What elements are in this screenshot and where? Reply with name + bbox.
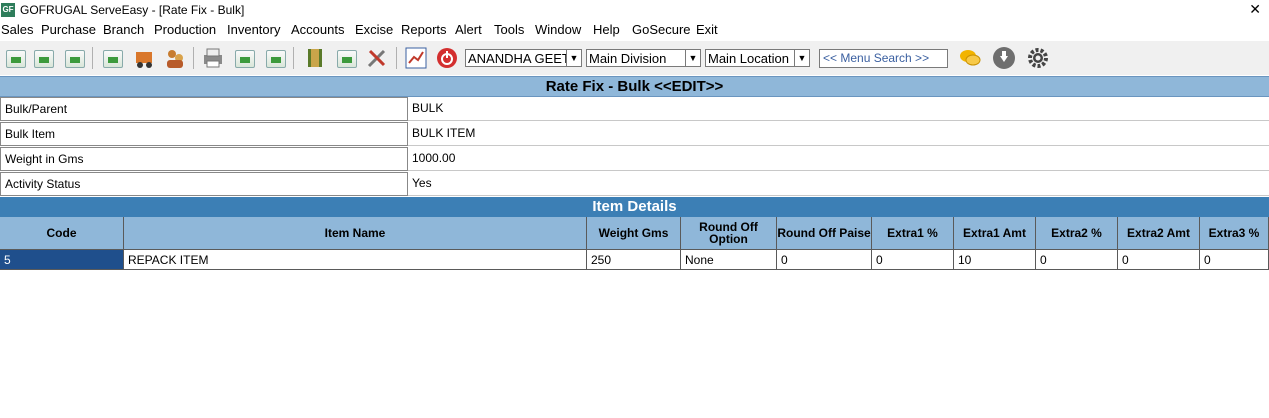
activity-status-field[interactable]: Yes: [408, 172, 1269, 196]
user-select-value: ANANDHA GEET: [468, 51, 570, 66]
people-tool-icon[interactable]: [163, 46, 187, 70]
form-row-weight: Weight in Gms 1000.00: [0, 147, 1269, 172]
gear-icon[interactable]: [1026, 46, 1050, 70]
chevron-down-icon[interactable]: ▼: [685, 50, 700, 66]
refund-tool-icon[interactable]: [100, 46, 124, 70]
cell-extra1-amt[interactable]: 10: [954, 250, 1036, 269]
toolbar-separator: [293, 47, 294, 69]
chevron-down-icon[interactable]: ▼: [566, 50, 581, 66]
gofrugal-app-icon: GF: [1, 3, 15, 17]
form-row-activity-status: Activity Status Yes: [0, 172, 1269, 197]
chevron-down-icon[interactable]: ▼: [794, 50, 809, 66]
location-select-value: Main Location: [708, 51, 789, 66]
title-bar: GF GOFRUGAL ServeEasy - [Rate Fix - Bulk…: [0, 0, 1269, 20]
menu-help[interactable]: Help: [593, 22, 620, 37]
cart-tool-icon[interactable]: [3, 46, 27, 70]
cart-tool-icon[interactable]: [334, 46, 358, 70]
cart-tool-icon[interactable]: [263, 46, 287, 70]
bulk-item-field[interactable]: BULK ITEM: [408, 122, 1269, 146]
cell-extra1-pct[interactable]: 0: [872, 250, 954, 269]
menu-excise[interactable]: Excise: [355, 22, 393, 37]
cell-extra2-pct[interactable]: 0: [1036, 250, 1118, 269]
menu-exit[interactable]: Exit: [696, 22, 718, 37]
toolbar: ANANDHA GEET ▼ Main Division ▼ Main Loca…: [0, 41, 1269, 75]
cell-weight[interactable]: 250: [587, 250, 681, 269]
menu-gosecure[interactable]: GoSecure: [632, 22, 691, 37]
division-select-value: Main Division: [589, 51, 667, 66]
download-icon[interactable]: [992, 46, 1016, 70]
bulk-parent-field[interactable]: BULK: [408, 97, 1269, 121]
table-header: Code Item Name Weight Gms Round Off Opti…: [0, 217, 1269, 250]
menu-window[interactable]: Window: [535, 22, 581, 37]
cart-tool-icon[interactable]: [62, 46, 86, 70]
close-window-button[interactable]: ✕: [1249, 1, 1261, 18]
menu-accounts[interactable]: Accounts: [291, 22, 344, 37]
menu-inventory[interactable]: Inventory: [227, 22, 280, 37]
field-label: Bulk Item: [0, 122, 408, 146]
menu-sales[interactable]: Sales: [1, 22, 34, 37]
location-select[interactable]: Main Location ▼: [705, 49, 810, 67]
column-header-item-name[interactable]: Item Name: [124, 217, 587, 250]
menu-bar: Sales Purchase Branch Production Invento…: [0, 20, 1269, 40]
column-header-extra2-amt[interactable]: Extra2 Amt: [1118, 217, 1200, 250]
field-label: Bulk/Parent: [0, 97, 408, 121]
menu-reports[interactable]: Reports: [401, 22, 447, 37]
settings-tools-icon[interactable]: [365, 46, 389, 70]
column-header-code[interactable]: Code: [0, 217, 124, 250]
chat-icon[interactable]: [958, 46, 982, 70]
column-header-extra1-pct[interactable]: Extra1 %: [872, 217, 954, 250]
chart-icon[interactable]: [404, 46, 428, 70]
menu-tools[interactable]: Tools: [494, 22, 524, 37]
cell-code[interactable]: 5: [0, 250, 124, 269]
cell-extra2-amt[interactable]: 0: [1118, 250, 1200, 269]
menu-purchase[interactable]: Purchase: [41, 22, 96, 37]
window-title: GOFRUGAL ServeEasy - [Rate Fix - Bulk]: [20, 3, 245, 17]
cell-item-name[interactable]: REPACK ITEM: [124, 250, 587, 269]
cell-extra3-pct[interactable]: 0: [1200, 250, 1269, 269]
cell-round-off-option[interactable]: None: [681, 250, 777, 269]
menu-alert[interactable]: Alert: [455, 22, 482, 37]
toolbar-separator: [92, 47, 93, 69]
cart-tool-icon[interactable]: [31, 46, 55, 70]
cell-round-off-paise[interactable]: 0: [777, 250, 872, 269]
user-select[interactable]: ANANDHA GEET ▼: [465, 49, 582, 67]
column-header-extra2-pct[interactable]: Extra2 %: [1036, 217, 1118, 250]
column-header-weight[interactable]: Weight Gms: [587, 217, 681, 250]
weight-field[interactable]: 1000.00: [408, 147, 1269, 171]
column-header-extra1-amt[interactable]: Extra1 Amt: [954, 217, 1036, 250]
column-header-round-off-option[interactable]: Round Off Option: [681, 217, 777, 250]
toolbar-separator: [193, 47, 194, 69]
cart-tool-icon[interactable]: [232, 46, 256, 70]
column-header-extra3-pct[interactable]: Extra3 %: [1200, 217, 1269, 250]
print-icon[interactable]: [201, 46, 225, 70]
item-details-title: Item Details: [0, 197, 1269, 217]
division-select[interactable]: Main Division ▼: [586, 49, 701, 67]
column-header-round-off-paise[interactable]: Round Off Paise: [777, 217, 872, 250]
delivery-tool-icon[interactable]: [133, 46, 157, 70]
book-tool-icon[interactable]: [303, 46, 327, 70]
power-icon[interactable]: [435, 46, 459, 70]
table-row[interactable]: 5 REPACK ITEM 250 None 0 0 10 0 0 0: [0, 250, 1269, 270]
field-label: Activity Status: [0, 172, 408, 196]
menu-production[interactable]: Production: [154, 22, 216, 37]
toolbar-separator: [396, 47, 397, 69]
field-label: Weight in Gms: [0, 147, 408, 171]
form-row-bulk-parent: Bulk/Parent BULK: [0, 97, 1269, 122]
form-row-bulk-item: Bulk Item BULK ITEM: [0, 122, 1269, 147]
menu-branch[interactable]: Branch: [103, 22, 144, 37]
form-title: Rate Fix - Bulk <<EDIT>>: [0, 76, 1269, 97]
menu-search-input[interactable]: << Menu Search >>: [819, 49, 948, 68]
